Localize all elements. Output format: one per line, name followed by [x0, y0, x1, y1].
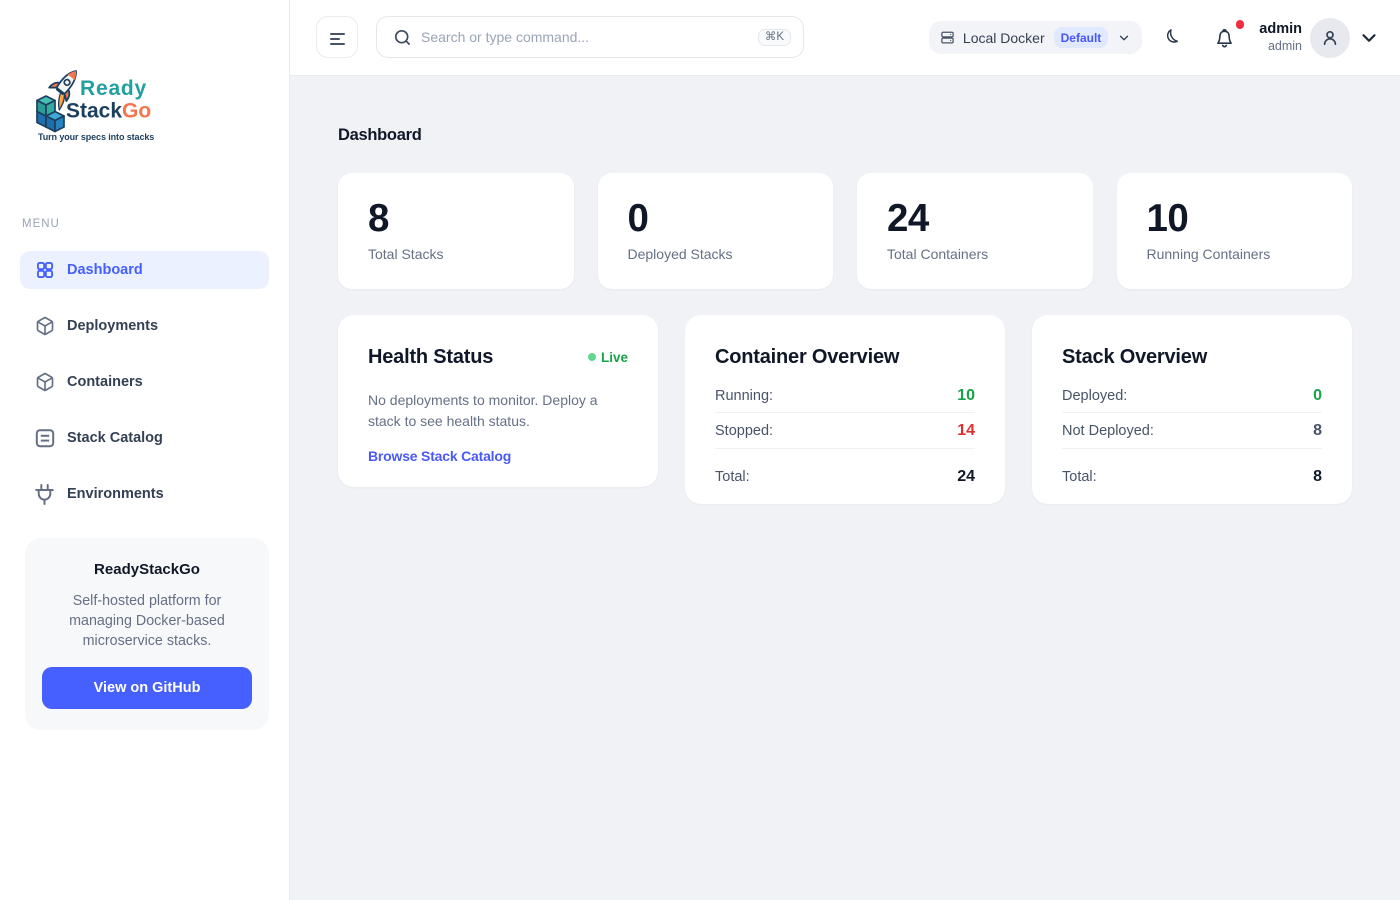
svg-text:Ready: Ready [80, 77, 147, 100]
svg-text:Turn your specs into stacks: Turn your specs into stacks [38, 132, 154, 142]
svg-text:StackGo: StackGo [66, 100, 151, 123]
